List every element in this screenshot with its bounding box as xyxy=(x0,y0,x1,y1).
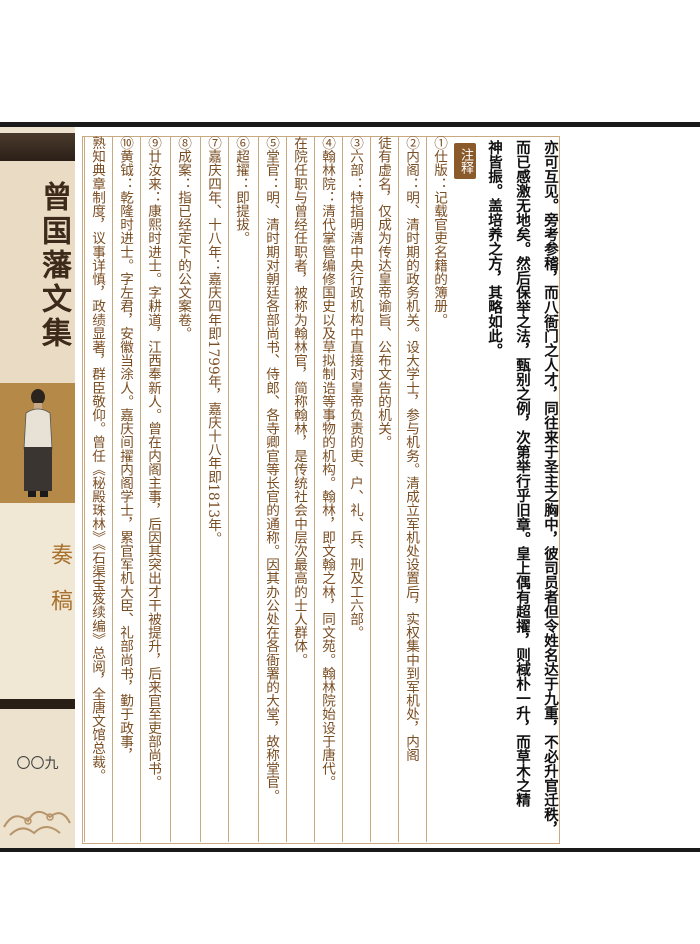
note-line: ⑧成案：指已经定下的公文案卷。 xyxy=(170,136,196,842)
note-line: ⑦嘉庆四年、十八年：嘉庆四年即1799年，嘉庆十八年即1813年。 xyxy=(200,136,226,842)
book-title: 曾国藩文集 xyxy=(36,181,71,351)
top-rule xyxy=(0,122,700,127)
note-line: ⑩黄钺：乾隆时进士。字左君，安徽当涂人。嘉庆间擢内阁学士，累官军机大臣、礼部尚书… xyxy=(112,136,138,842)
note-line: 在院任职与曾经任职者，被称为翰林官，简称翰林，是传统社会中层次最高的士人群体。 xyxy=(286,136,312,842)
bottom-rule xyxy=(0,848,700,852)
note-line: ③六部：特指明清中央行政机构中直接对皇帝负责的吏、户、礼、兵、刑及工六部。 xyxy=(342,136,368,842)
sidebar-divider-band xyxy=(0,699,75,709)
sidebar-header-band xyxy=(0,133,75,161)
note-line: ①仕版：记载官吏名籍的簿册。 xyxy=(426,136,452,842)
sidebar: 曾国藩文集 奏稿 〇〇九 xyxy=(0,127,75,848)
cloud-ornament-icon xyxy=(3,810,71,836)
main-text-line: 亦可互见。旁考参稽，而八衙门之人才，同往来于圣主之胸中，彼司员者但令姓名达于九重… xyxy=(542,140,559,836)
notes-label: 注释 xyxy=(454,143,476,179)
note-line: ⑥超擢：即提拔。 xyxy=(228,136,254,842)
portrait-figure-icon xyxy=(23,389,53,497)
note-line: ⑤堂官：明、清时期对朝廷各部尚书、侍郎、各寺卿官等长官的通称。因其办公处在各衙署… xyxy=(258,136,284,842)
note-line: 熟知典章制度，议事详慎，政绩显著，群臣敬仰。曾任《秘殿珠林》《石渠宝笈续编》总阅… xyxy=(84,136,110,842)
portrait-band xyxy=(0,383,75,503)
note-line: ⑨廿汝来：康熙时进士。字耕道，江西奉新人。曾在内阁主事，后因其突出才干被提升，后… xyxy=(140,136,166,842)
section-block: 奏稿 xyxy=(0,503,75,699)
notes-area: ①仕版：记载官吏名籍的簿册。 ②内阁：明、清时期的政务机关。设大学士，参与机务。… xyxy=(82,136,482,846)
main-text-line: 而已感激无地矣。然后保举之法，甄别之例，次第举行乎旧章。皇上偶有超擢，则棫朴一升… xyxy=(514,140,531,807)
note-line: ④翰林院：清代掌管编修国史以及草拟制诰等事物的机构。翰林，即文翰之林，同文苑。翰… xyxy=(314,136,340,842)
main-text-line: 神皆振。盖培养之方，其略如此。 xyxy=(486,140,503,358)
note-line: 徒有虚名，仅成为传达皇帝谕旨、公布文告的机关。 xyxy=(370,136,396,842)
page-number: 〇〇九 xyxy=(16,756,59,772)
section-title: 奏稿 xyxy=(47,543,72,635)
note-line: ②内阁：明、清时期的政务机关。设大学士，参与机务。清成立军机处设置后，实权集中到… xyxy=(398,136,424,842)
title-block: 曾国藩文集 xyxy=(0,161,75,383)
